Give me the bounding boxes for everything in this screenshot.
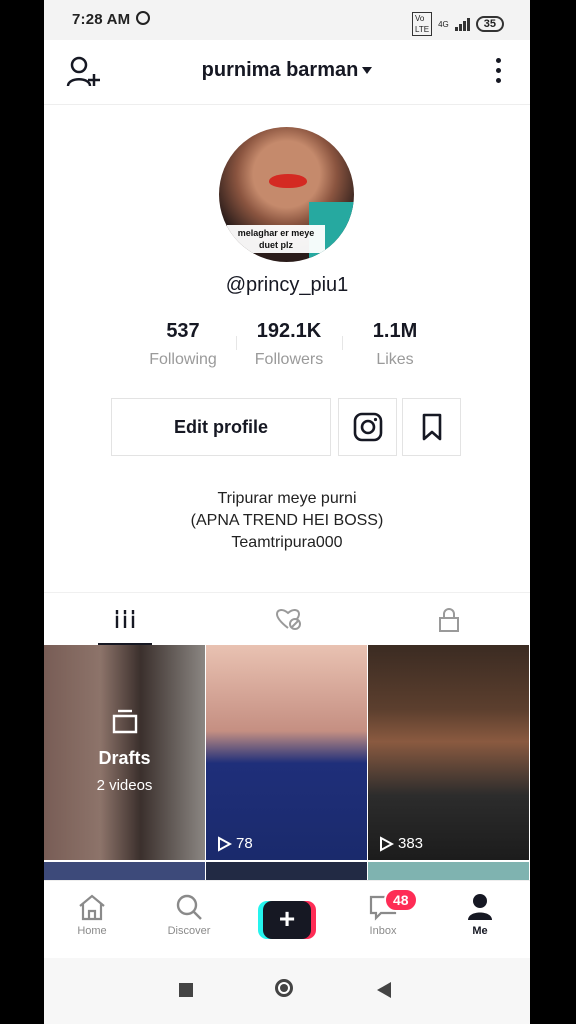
bio-line: Teamtripura000 — [231, 534, 343, 551]
play-count: 383 — [378, 835, 423, 852]
video-tile[interactable] — [206, 862, 367, 882]
profile-stats: 537 Following 192.1K Followers 1.1M Like… — [130, 320, 448, 369]
back-icon[interactable] — [377, 982, 391, 998]
drafts-count: 2 videos — [96, 777, 153, 794]
avatar[interactable]: melaghar er meye duet plz — [219, 127, 354, 262]
avatar-caption: melaghar er meye duet plz — [227, 225, 325, 253]
nav-discover[interactable]: Discover — [149, 893, 229, 937]
tab-liked[interactable] — [206, 593, 368, 645]
stat-following[interactable]: 537 Following — [130, 320, 236, 369]
profile-tabs — [44, 592, 530, 645]
inbox-badge: 48 — [384, 888, 418, 912]
nav-home[interactable]: Home — [52, 893, 132, 937]
tab-videos[interactable] — [44, 593, 206, 645]
stat-likes[interactable]: 1.1M Likes — [342, 320, 448, 369]
profile-header: purnima barman — [44, 40, 530, 105]
profile-icon — [468, 894, 492, 920]
nav-label: Me — [472, 925, 488, 937]
grid-icon — [115, 610, 135, 628]
edit-profile-button[interactable]: Edit profile — [111, 398, 331, 456]
tab-private[interactable] — [368, 593, 530, 645]
video-tile[interactable] — [44, 862, 205, 882]
play-count: 78 — [216, 835, 253, 852]
bio-line: (APNA TREND HEI BOSS) — [190, 512, 384, 529]
nav-me[interactable]: Me — [440, 893, 520, 937]
stat-label: Following — [149, 351, 217, 368]
account-switcher[interactable]: purnima barman — [44, 59, 530, 82]
android-nav-bar — [44, 958, 530, 1024]
account-name: purnima barman — [201, 59, 359, 81]
status-bar: 7:28 AM Vo LTE 4G 35 — [44, 0, 530, 40]
plus-icon: + — [263, 901, 311, 939]
profile-bio: Tripurar meye purni (APNA TREND HEI BOSS… — [44, 488, 530, 554]
profile-username: @princy_piu1 — [225, 274, 349, 296]
drafts-title: Drafts — [98, 748, 151, 768]
status-time: 7:28 AM — [72, 11, 131, 28]
video-grid: Drafts 2 videos 78 383 — [44, 645, 530, 882]
stat-followers[interactable]: 192.1K Followers — [236, 320, 342, 369]
bookmark-icon — [422, 413, 442, 441]
play-icon — [218, 835, 232, 852]
favorites-button[interactable] — [402, 398, 461, 456]
nav-label: Discover — [167, 925, 211, 937]
home-icon — [79, 894, 105, 921]
phone-screen: 7:28 AM Vo LTE 4G 35 purnima barman melag… — [44, 0, 530, 1024]
home-button-icon[interactable] — [275, 979, 293, 997]
hidden-heart-icon — [275, 609, 301, 630]
bottom-nav: Home Discover + Inbox 48 Me — [44, 880, 530, 959]
network-label: 4G — [438, 19, 449, 29]
status-icons: Vo LTE 4G 35 — [412, 12, 504, 36]
stat-label: Likes — [376, 351, 414, 368]
stat-value: 192.1K — [256, 320, 322, 342]
drafts-icon — [112, 709, 137, 734]
video-tile[interactable]: 383 — [368, 645, 529, 860]
instagram-button[interactable] — [338, 398, 397, 456]
stat-label: Followers — [254, 351, 324, 368]
volte-icon: Vo LTE — [412, 12, 433, 36]
nav-label: Inbox — [369, 925, 397, 937]
play-icon — [380, 835, 394, 852]
stat-value: 1.1M — [372, 320, 418, 342]
lock-icon — [439, 608, 459, 632]
bio-line: Tripurar meye purni — [217, 490, 357, 507]
stat-value: 537 — [166, 320, 200, 342]
more-options-icon[interactable] — [494, 58, 502, 86]
drafts-tile[interactable]: Drafts 2 videos — [44, 645, 205, 860]
instagram-icon — [353, 412, 383, 442]
battery-icon: 35 — [475, 16, 504, 32]
video-tile[interactable]: 78 — [206, 645, 367, 860]
chevron-down-icon — [362, 67, 373, 75]
search-icon — [176, 894, 202, 920]
signal-icon — [454, 17, 470, 31]
create-button[interactable]: + — [258, 901, 316, 939]
video-tile[interactable] — [368, 862, 529, 882]
alarm-icon — [136, 11, 150, 25]
recents-icon[interactable] — [179, 983, 193, 997]
nav-label: Home — [77, 925, 107, 937]
